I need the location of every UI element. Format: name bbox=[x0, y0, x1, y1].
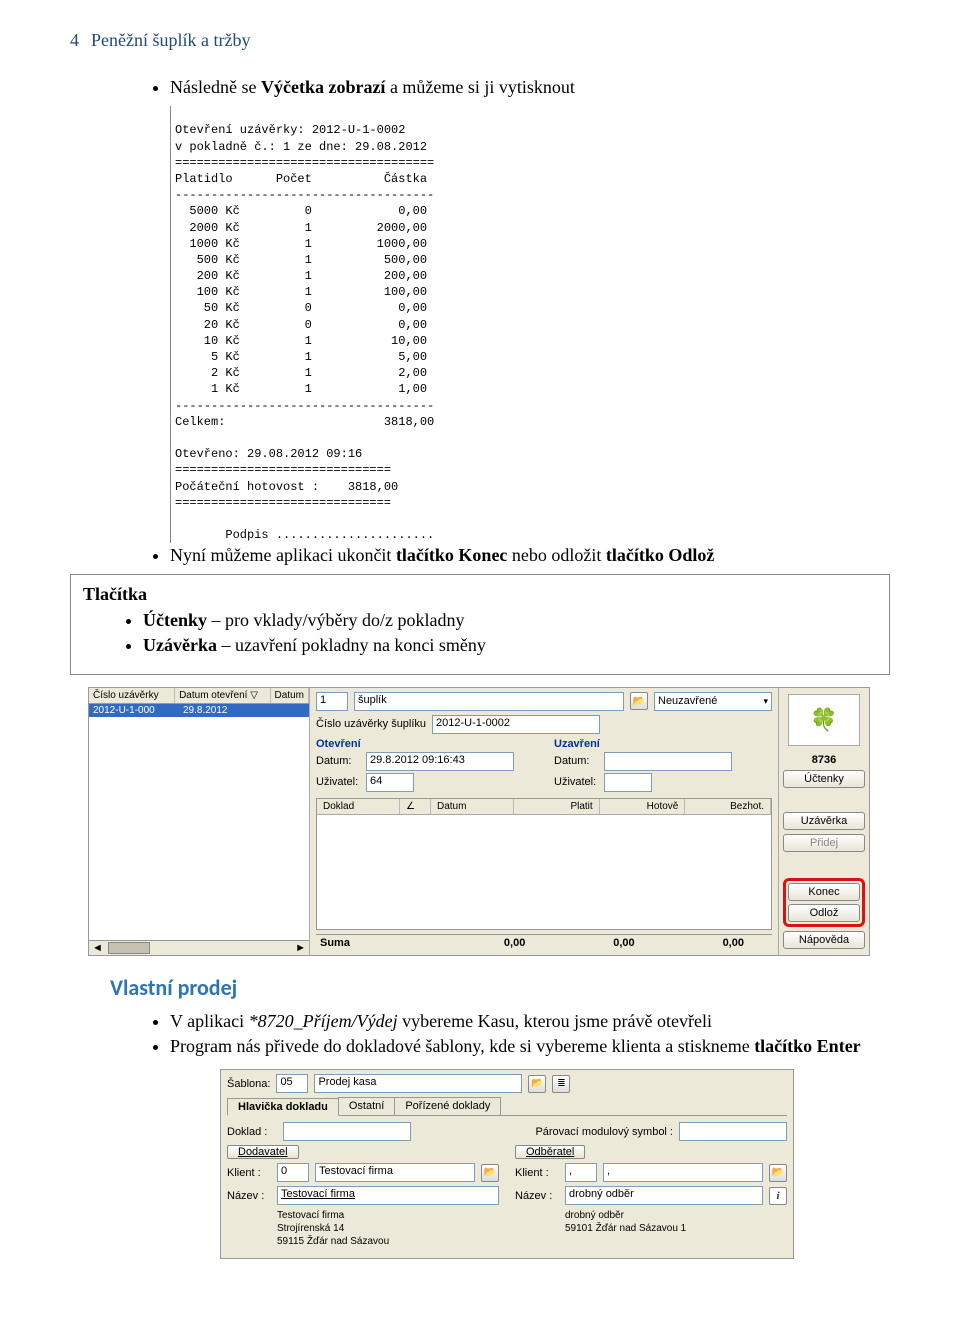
list-row[interactable]: 2012-U-1-000 29.8.2012 bbox=[89, 704, 309, 717]
closure-number-label: Číslo uzávěrky šuplíku bbox=[316, 718, 426, 730]
doklad-label: Doklad : bbox=[227, 1126, 277, 1138]
app-id-label: 8736 bbox=[783, 750, 865, 766]
open-date-label: Datum: bbox=[316, 755, 360, 767]
odb-nazev-input[interactable]: drobný odběr bbox=[565, 1186, 763, 1205]
callout-item-uzaverka: Uzávěrka – uzavření pokladny na konci sm… bbox=[143, 633, 877, 658]
open-folder-icon[interactable]: 📂 bbox=[528, 1075, 546, 1093]
close-date-label: Datum: bbox=[554, 755, 598, 767]
odb-address: drobný odběr 59101 Žďár nad Sázavou 1 bbox=[565, 1209, 787, 1235]
sablona-num-input[interactable]: 05 bbox=[276, 1074, 308, 1093]
uzaverka-button[interactable]: Uzávěrka bbox=[783, 812, 865, 830]
open-folder-icon[interactable]: 📂 bbox=[630, 692, 648, 710]
napoveda-button[interactable]: Nápověda bbox=[783, 931, 865, 949]
clover-icon: 🍀 bbox=[788, 694, 860, 746]
open-user-field[interactable]: 64 bbox=[366, 773, 414, 792]
scrollbar[interactable]: ◄ ► bbox=[89, 940, 309, 955]
open-date-field[interactable]: 29.8.2012 09:16:43 bbox=[366, 752, 514, 771]
callout-title: Tlačítka bbox=[83, 581, 877, 607]
sablona-name-input[interactable]: Prodej kasa bbox=[314, 1074, 522, 1093]
dod-klient-num-input[interactable]: 0 bbox=[277, 1163, 309, 1182]
bullet-konec-odloz: Nyní můžeme aplikaci ukončit tlačítko Ko… bbox=[170, 543, 890, 568]
open-folder-icon[interactable]: 📂 bbox=[481, 1164, 499, 1182]
open-user-label: Uživatel: bbox=[316, 776, 360, 788]
callout-item-uctenky: Účtenky – pro vklady/výběry do/z pokladn… bbox=[143, 608, 877, 633]
odb-klient-v1-input[interactable]: , bbox=[565, 1163, 597, 1182]
list-header: Číslo uzávěrky Datum otevření ▽ Datum bbox=[89, 688, 309, 704]
doklad-input[interactable] bbox=[283, 1122, 411, 1141]
close-user-label: Uživatel: bbox=[554, 776, 598, 788]
dod-nazev-input[interactable]: Testovací firma bbox=[277, 1186, 499, 1205]
list-icon[interactable]: ≣ bbox=[552, 1075, 570, 1093]
tab-ostatni[interactable]: Ostatní bbox=[338, 1097, 395, 1115]
chevron-down-icon: ▾ bbox=[763, 696, 768, 707]
bullet-prijem-vydej: V aplikaci *8720_Příjem/Výdej vybereme K… bbox=[170, 1009, 890, 1034]
close-date-field[interactable] bbox=[604, 752, 732, 771]
bullet-enter: Program nás přivede do dokladové šablony… bbox=[170, 1034, 890, 1059]
konec-button[interactable]: Konec bbox=[788, 883, 860, 901]
odberatel-button[interactable]: Odběratel bbox=[515, 1145, 585, 1159]
state-select[interactable]: Neuzavřené▾ bbox=[654, 692, 772, 711]
odb-klient-label: Klient : bbox=[515, 1167, 559, 1179]
dodavatel-button[interactable]: Dodavatel bbox=[227, 1145, 299, 1159]
highlight-box: Konec Odlož bbox=[783, 878, 865, 927]
parov-input[interactable] bbox=[679, 1122, 787, 1141]
tab-porizene[interactable]: Pořízené doklady bbox=[394, 1097, 501, 1115]
tab-hlavicka[interactable]: Hlavička dokladu bbox=[227, 1098, 339, 1116]
page-number: 4 bbox=[70, 30, 79, 51]
pridej-button[interactable]: Přidej bbox=[783, 834, 865, 852]
drawer-number-input[interactable]: 1 bbox=[316, 692, 348, 711]
dod-nazev-label: Název : bbox=[227, 1190, 271, 1202]
header-title: Peněžní šuplík a tržby bbox=[91, 30, 250, 51]
parov-label: Párovací modulový symbol : bbox=[535, 1126, 673, 1138]
receipt-printout: Otevření uzávěrky: 2012-U-1-0002 v pokla… bbox=[170, 106, 890, 543]
screenshot-doklad: Šablona: 05 Prodej kasa 📂 ≣ Hlavička dok… bbox=[220, 1069, 794, 1259]
section-heading-vlastni-prodej: Vlastní prodej bbox=[110, 974, 890, 1001]
bullet-vycetka: Následně se Výčetka zobrazí a můžeme si … bbox=[170, 75, 890, 100]
screenshot-uzaverka: Číslo uzávěrky Datum otevření ▽ Datum 20… bbox=[88, 687, 870, 956]
group-open-label: Otevření bbox=[316, 738, 534, 750]
odb-klient-v2-input[interactable]: , bbox=[603, 1163, 763, 1182]
callout-tlacitka: Tlačítka Účtenky – pro vklady/výběry do/… bbox=[70, 574, 890, 674]
drawer-name-input[interactable]: šuplík bbox=[354, 692, 624, 711]
odloz-button[interactable]: Odlož bbox=[788, 904, 860, 922]
group-close-label: Uzavření bbox=[554, 738, 772, 750]
sablona-label: Šablona: bbox=[227, 1078, 270, 1090]
scroll-right-icon[interactable]: ► bbox=[292, 942, 309, 954]
open-folder-icon[interactable]: 📂 bbox=[769, 1164, 787, 1182]
closure-number-field[interactable]: 2012-U-1-0002 bbox=[432, 715, 600, 734]
transactions-table: Doklad ∠ Datum Platit Hotově Bezhot. bbox=[316, 798, 772, 930]
close-user-field[interactable] bbox=[604, 773, 652, 792]
scroll-left-icon[interactable]: ◄ bbox=[89, 942, 106, 954]
sum-row: Suma 0,00 0,00 0,00 bbox=[316, 934, 772, 951]
odb-nazev-label: Název : bbox=[515, 1190, 559, 1202]
info-icon[interactable]: i bbox=[769, 1187, 787, 1205]
dod-klient-label: Klient : bbox=[227, 1167, 271, 1179]
tabs: Hlavička dokladu Ostatní Pořízené doklad… bbox=[227, 1097, 787, 1116]
dod-address: Testovací firma Strojírenská 14 59115 Žď… bbox=[277, 1209, 499, 1248]
uctenky-button[interactable]: Účtenky bbox=[783, 770, 865, 788]
dod-klient-name-input[interactable]: Testovací firma bbox=[315, 1163, 475, 1182]
